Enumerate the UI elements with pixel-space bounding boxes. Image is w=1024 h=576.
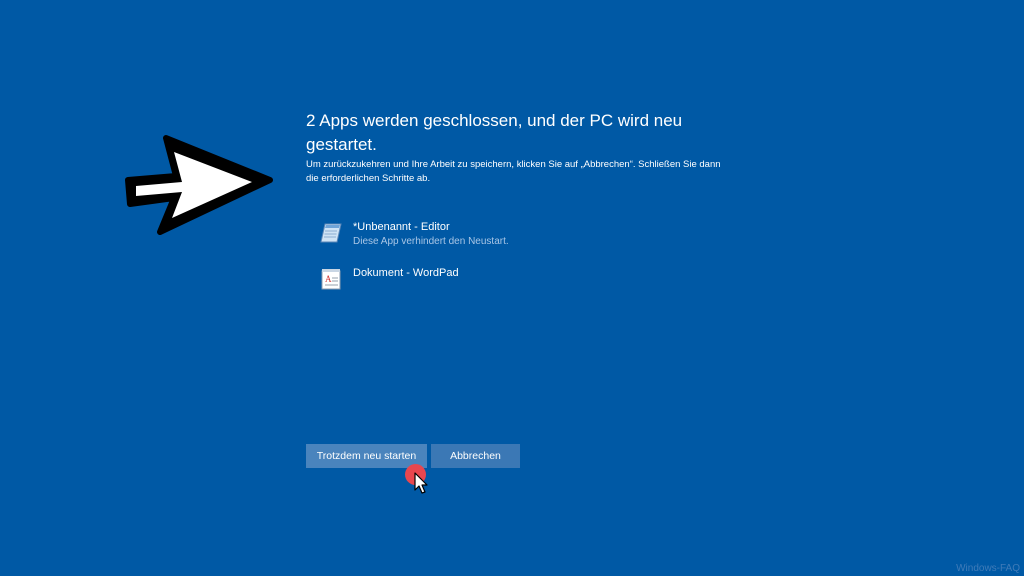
annotation-arrow-icon (125, 135, 273, 235)
mouse-cursor-icon (414, 472, 428, 494)
notepad-icon (320, 223, 342, 243)
svg-text:A: A (325, 274, 332, 284)
restart-anyway-button[interactable]: Trotzdem neu starten (306, 444, 427, 468)
app-name: *Unbenannt - Editor (353, 221, 450, 233)
cancel-button[interactable]: Abbrechen (431, 444, 520, 468)
app-item-wordpad: A Dokument - WordPad (320, 266, 680, 312)
restart-screen: 2 Apps werden geschlossen, und der PC wi… (0, 0, 1024, 576)
dialog-text: 2 Apps werden geschlossen, und der PC wi… (306, 109, 726, 186)
app-item-editor: *Unbenannt - Editor Diese App verhindert… (320, 220, 680, 266)
app-status: Diese App verhindert den Neustart. (353, 236, 509, 247)
dialog-subtitle: Um zurückzukehren und Ihre Arbeit zu spe… (306, 159, 721, 184)
dialog-title: 2 Apps werden geschlossen, und der PC wi… (306, 111, 683, 154)
app-name: Dokument - WordPad (353, 267, 459, 279)
watermark: Windows-FAQ (956, 563, 1020, 574)
app-list: *Unbenannt - Editor Diese App verhindert… (320, 220, 680, 312)
wordpad-icon: A (321, 269, 341, 290)
